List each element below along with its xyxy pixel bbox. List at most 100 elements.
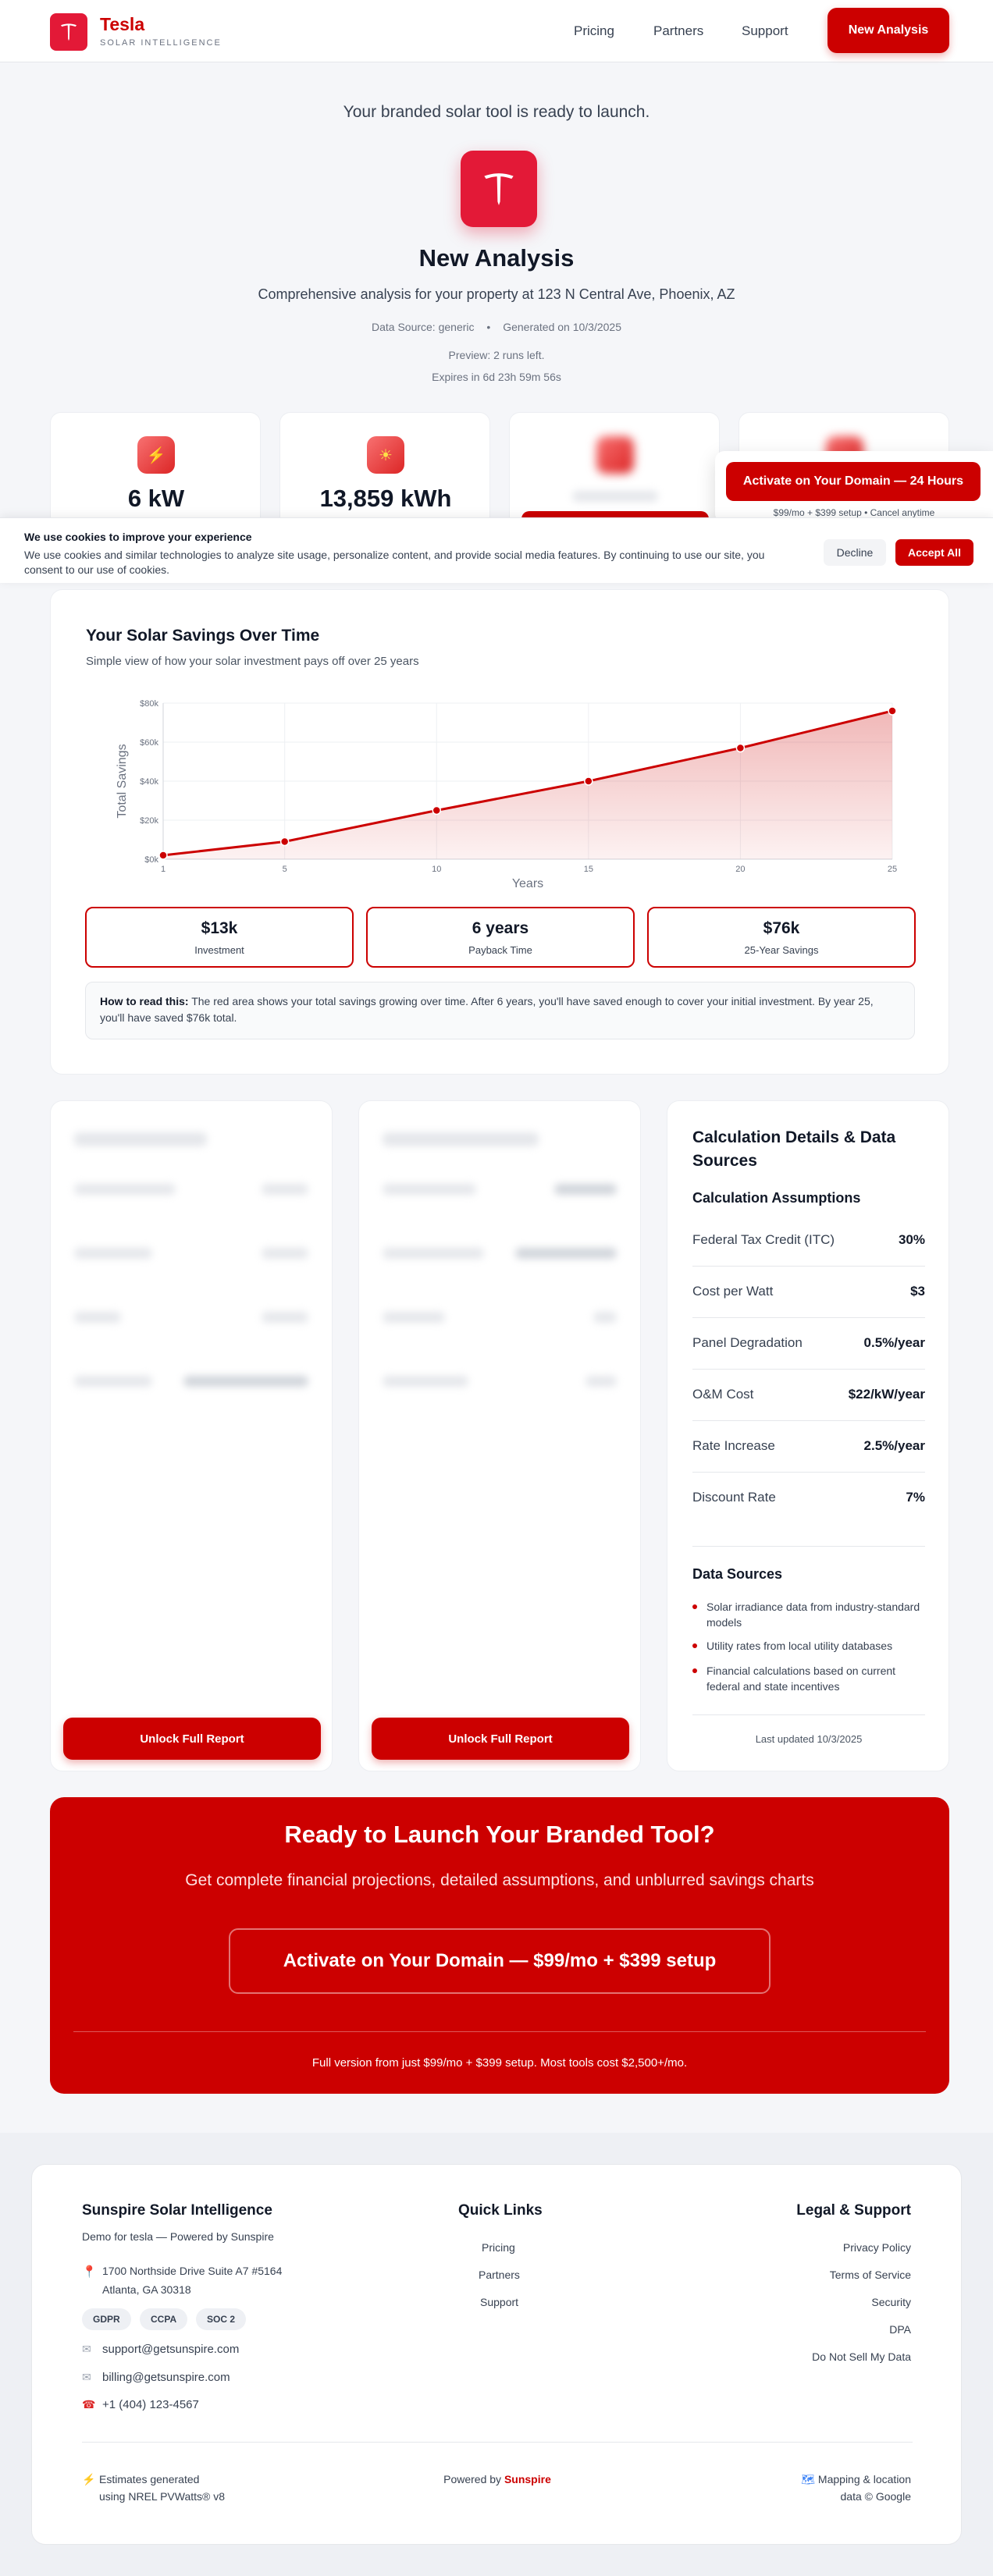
- blurred-row: [74, 1248, 152, 1259]
- footer-brand: Sunspire Solar Intelligence: [82, 2202, 272, 2219]
- footer-link-dpa[interactable]: DPA: [889, 2323, 911, 2336]
- generated-date: Generated on 10/3/2025: [503, 321, 621, 333]
- bolt-icon: ⚡: [137, 436, 175, 474]
- stat-value: 13,859 kWh: [319, 485, 452, 512]
- hero-tagline: Your branded solar tool is ready to laun…: [343, 103, 650, 121]
- x-tick-label: 1: [161, 865, 166, 874]
- brand-subtitle: SOLAR INTELLIGENCE: [100, 38, 222, 48]
- new-analysis-button[interactable]: New Analysis: [828, 8, 949, 53]
- activate-domain-button[interactable]: Activate on Your Domain — $99/mo + $399 …: [229, 1928, 771, 1994]
- footer-demo-text: Demo for tesla — Powered by Sunspire: [82, 2230, 274, 2243]
- blurred-row: [74, 1312, 121, 1323]
- bullet-separator: •: [486, 321, 491, 333]
- locked-panel-financial: Unlock Full Report: [50, 1100, 333, 1771]
- assumption-label: Panel Degradation: [692, 1335, 803, 1350]
- site-header: Tesla SOLAR INTELLIGENCE Pricing Partner…: [0, 0, 993, 62]
- summary-label: 25-Year Savings: [744, 944, 819, 956]
- tesla-logo-icon[interactable]: [50, 13, 87, 51]
- blurred-row: [383, 1248, 484, 1259]
- assumption-value: 7%: [906, 1490, 925, 1505]
- sunspire-link[interactable]: Sunspire: [504, 2473, 551, 2485]
- footer-link-support[interactable]: Support: [480, 2296, 518, 2308]
- savings-area: [163, 711, 892, 859]
- activate-24h-button[interactable]: Activate on Your Domain — 24 Hours: [726, 462, 981, 501]
- blurred-row: [383, 1376, 468, 1387]
- y-tick-label: $0k: [144, 855, 158, 865]
- footer-link-privacy[interactable]: Privacy Policy: [843, 2241, 911, 2254]
- mapping-note: 🗺 Mapping & location data © Google: [801, 2471, 911, 2505]
- locked-icon: [596, 436, 634, 474]
- nav-partners[interactable]: Partners: [653, 23, 703, 39]
- brand-name[interactable]: Tesla: [100, 14, 144, 35]
- data-point: [279, 837, 290, 847]
- x-tick-label: 25: [888, 865, 897, 874]
- blurred-row: [383, 1184, 476, 1195]
- support-email[interactable]: ✉ support@getsunspire.com: [82, 2343, 239, 2356]
- quick-links-title: Quick Links: [458, 2202, 543, 2219]
- source-text: Solar irradiance data from industry-stan…: [706, 1601, 920, 1629]
- summary-value: $13k: [201, 919, 238, 937]
- last-updated: Last updated 10/3/2025: [755, 1733, 863, 1745]
- footer-link-partners[interactable]: Partners: [479, 2269, 520, 2281]
- divider: [82, 2442, 913, 2443]
- data-point: [584, 776, 593, 786]
- data-source-item: Financial calculations based on current …: [692, 1663, 925, 1694]
- blurred-value: [572, 491, 658, 502]
- footer-link-terms[interactable]: Terms of Service: [830, 2269, 911, 2281]
- tesla-logo-icon: [461, 151, 537, 227]
- accept-all-button[interactable]: Accept All: [895, 539, 973, 566]
- footer-link-security[interactable]: Security: [871, 2296, 911, 2308]
- phone-text: +1 (404) 123-4567: [102, 2398, 199, 2411]
- assumption-row: O&M Cost $22/kW/year: [692, 1370, 925, 1421]
- data-source-item: Utility rates from local utility databas…: [692, 1638, 925, 1654]
- locked-panel-environmental: Unlock Full Report: [358, 1100, 641, 1771]
- y-tick-label: $80k: [140, 699, 158, 709]
- stat-value: 6 kW: [127, 485, 185, 512]
- hero-meta: Data Source: generic • Generated on 10/3…: [0, 321, 993, 333]
- footer-link-do-not-sell[interactable]: Do Not Sell My Data: [812, 2350, 911, 2363]
- phone-number[interactable]: ☎ +1 (404) 123-4567: [82, 2398, 199, 2411]
- y-tick-label: $40k: [140, 777, 158, 787]
- divider: [692, 1714, 925, 1715]
- bullet-icon: [692, 1643, 697, 1648]
- blurred-row: [262, 1184, 308, 1195]
- assumption-row: Rate Increase 2.5%/year: [692, 1421, 925, 1473]
- billing-email[interactable]: ✉ billing@getsunspire.com: [82, 2371, 230, 2384]
- blurred-row: [554, 1184, 617, 1195]
- powered-by-text: Powered by: [443, 2473, 504, 2485]
- unlock-full-report-button[interactable]: Unlock Full Report: [372, 1718, 629, 1760]
- unlock-full-report-button[interactable]: Unlock Full Report: [63, 1718, 321, 1760]
- blurred-row: [262, 1248, 308, 1259]
- savings-chart-card: Your Solar Savings Over Time Simple view…: [50, 589, 949, 1075]
- divider: [73, 2031, 926, 2032]
- assumption-value: 2.5%/year: [863, 1438, 925, 1453]
- blurred-heading: [74, 1132, 207, 1146]
- mapping-line-1: Mapping & location: [817, 2473, 911, 2485]
- page-title: New Analysis: [418, 244, 575, 272]
- assumption-label: O&M Cost: [692, 1387, 754, 1402]
- footer-link-pricing[interactable]: Pricing: [482, 2241, 515, 2254]
- data-point: [888, 706, 897, 716]
- mapping-line-2: data © Google: [840, 2490, 912, 2503]
- blurred-row: [585, 1376, 617, 1387]
- mail-icon: ✉: [82, 2371, 91, 2383]
- assumption-row: Federal Tax Credit (ITC) 30%: [692, 1215, 925, 1267]
- launch-cta-section: Ready to Launch Your Branded Tool? Get c…: [50, 1797, 949, 2094]
- assumption-value: 0.5%/year: [863, 1335, 925, 1350]
- blurred-row: [183, 1376, 308, 1387]
- assumption-label: Discount Rate: [692, 1490, 776, 1505]
- nav-pricing[interactable]: Pricing: [574, 23, 614, 39]
- cta-subtitle: Get complete financial projections, deta…: [185, 1871, 814, 1889]
- summary-value: $76k: [763, 919, 800, 937]
- summary-value: 6 years: [472, 919, 529, 937]
- badge-ccpa: CCPA: [140, 2308, 188, 2330]
- decline-button[interactable]: Decline: [824, 539, 886, 566]
- data-point: [158, 851, 168, 860]
- how-text: The red area shows your total savings gr…: [100, 995, 874, 1024]
- x-tick-label: 15: [584, 865, 593, 874]
- nav-support[interactable]: Support: [742, 23, 788, 39]
- blurred-row: [74, 1184, 176, 1195]
- savings-chart: $0k$20k$40k$60k$80k1 5 10 15 20 25YearsTotal …: [116, 699, 897, 890]
- y-tick-label: $20k: [140, 816, 158, 826]
- hero-subtitle: Comprehensive analysis for your property…: [258, 286, 735, 302]
